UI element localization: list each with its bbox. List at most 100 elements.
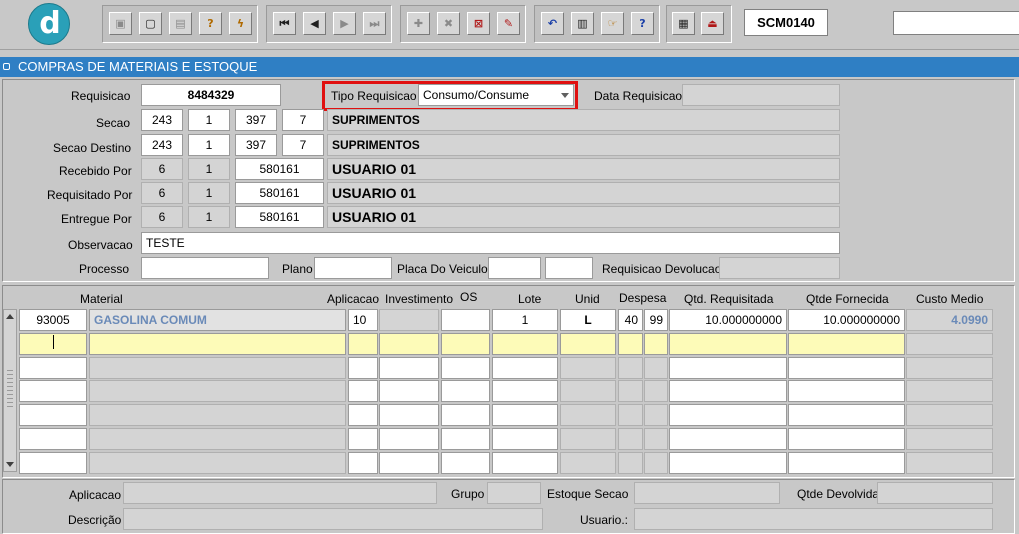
- row4-unid[interactable]: [560, 380, 616, 402]
- row7-aplicacao[interactable]: [348, 452, 378, 474]
- requisitado-por-field-3[interactable]: 580161: [235, 182, 324, 204]
- row4-cod[interactable]: [19, 380, 87, 402]
- secao-destino-field-1[interactable]: 243: [141, 134, 183, 156]
- row2-material[interactable]: [89, 333, 346, 355]
- row1-cod[interactable]: 93005: [19, 309, 87, 331]
- row2-qtde-fornecida[interactable]: [788, 333, 905, 355]
- row1-aplicacao[interactable]: 10: [348, 309, 378, 331]
- recebido-por-field-3[interactable]: 580161: [235, 158, 324, 180]
- row6-qtde-fornecida[interactable]: [788, 428, 905, 450]
- row6-despesa-1[interactable]: [618, 428, 643, 450]
- row5-investimento[interactable]: [379, 404, 439, 426]
- clear-record-icon[interactable]: ⊠: [467, 12, 490, 35]
- row5-material[interactable]: [89, 404, 346, 426]
- row5-unid[interactable]: [560, 404, 616, 426]
- insert-record-icon[interactable]: ✚: [407, 12, 430, 35]
- row5-qtd-requisitada[interactable]: [669, 404, 787, 426]
- window-icon[interactable]: ▢: [139, 12, 162, 35]
- row2-qtd-requisitada[interactable]: [669, 333, 787, 355]
- row7-qtde-fornecida[interactable]: [788, 452, 905, 474]
- requisicao-field[interactable]: 8484329: [141, 84, 281, 106]
- row2-lote[interactable]: [492, 333, 558, 355]
- row6-aplicacao[interactable]: [348, 428, 378, 450]
- entregue-por-field-1[interactable]: 6: [141, 206, 183, 228]
- row7-qtd-requisitada[interactable]: [669, 452, 787, 474]
- row6-qtd-requisitada[interactable]: [669, 428, 787, 450]
- secao-field-3[interactable]: 397: [235, 109, 277, 131]
- execute-query-icon[interactable]: ϟ: [229, 12, 252, 35]
- hand-icon[interactable]: ☞: [601, 12, 624, 35]
- row3-despesa-1[interactable]: [618, 357, 643, 379]
- row7-despesa-2[interactable]: [644, 452, 668, 474]
- secao-field-1[interactable]: 243: [141, 109, 183, 131]
- first-record-icon[interactable]: ⏮: [273, 12, 296, 35]
- row2-despesa-1[interactable]: [618, 333, 643, 355]
- row2-os[interactable]: [441, 333, 490, 355]
- exit-icon[interactable]: ⏏: [701, 12, 724, 35]
- row5-aplicacao[interactable]: [348, 404, 378, 426]
- row6-unid[interactable]: [560, 428, 616, 450]
- row4-qtd-requisitada[interactable]: [669, 380, 787, 402]
- entregue-por-field-2[interactable]: 1: [188, 206, 230, 228]
- row1-qtde-fornecida[interactable]: 10.000000000: [788, 309, 905, 331]
- scroll-up-icon[interactable]: [6, 314, 14, 319]
- row3-lote[interactable]: [492, 357, 558, 379]
- row6-investimento[interactable]: [379, 428, 439, 450]
- row7-os[interactable]: [441, 452, 490, 474]
- secao-destino-field-2[interactable]: 1: [188, 134, 230, 156]
- save-icon[interactable]: ▣: [109, 12, 132, 35]
- row4-qtde-fornecida[interactable]: [788, 380, 905, 402]
- row2-unid[interactable]: [560, 333, 616, 355]
- undo-icon[interactable]: ↶: [541, 12, 564, 35]
- row4-os[interactable]: [441, 380, 490, 402]
- print-icon[interactable]: ▤: [169, 12, 192, 35]
- processo-field[interactable]: [141, 257, 269, 279]
- data-requisicao-field[interactable]: [682, 84, 840, 106]
- row4-despesa-2[interactable]: [644, 380, 668, 402]
- scroll-down-icon[interactable]: [6, 462, 14, 467]
- row6-os[interactable]: [441, 428, 490, 450]
- row3-qtde-fornecida[interactable]: [788, 357, 905, 379]
- row3-unid[interactable]: [560, 357, 616, 379]
- row3-material[interactable]: [89, 357, 346, 379]
- row1-unid[interactable]: L: [560, 309, 616, 331]
- tipo-requisicao-select[interactable]: Consumo/Consume: [418, 84, 574, 106]
- row5-qtde-fornecida[interactable]: [788, 404, 905, 426]
- last-record-icon[interactable]: ⏭: [363, 12, 386, 35]
- menu-icon[interactable]: ▦: [672, 12, 695, 35]
- previous-record-icon[interactable]: ◀: [303, 12, 326, 35]
- row7-unid[interactable]: [560, 452, 616, 474]
- secao-destino-field-3[interactable]: 397: [235, 134, 277, 156]
- secao-field-4[interactable]: 7: [282, 109, 324, 131]
- requisitado-por-field-2[interactable]: 1: [188, 182, 230, 204]
- row1-lote[interactable]: 1: [492, 309, 558, 331]
- recebido-por-field-1[interactable]: 6: [141, 158, 183, 180]
- row3-investimento[interactable]: [379, 357, 439, 379]
- toolbar-search-input[interactable]: [893, 11, 1019, 35]
- row7-material[interactable]: [89, 452, 346, 474]
- requisitado-por-field-1[interactable]: 6: [141, 182, 183, 204]
- row3-os[interactable]: [441, 357, 490, 379]
- secao-field-2[interactable]: 1: [188, 109, 230, 131]
- row5-cod[interactable]: [19, 404, 87, 426]
- row1-os[interactable]: [441, 309, 490, 331]
- row5-os[interactable]: [441, 404, 490, 426]
- row1-despesa-1[interactable]: 40: [618, 309, 643, 331]
- entregue-por-field-3[interactable]: 580161: [235, 206, 324, 228]
- observacao-field[interactable]: TESTE: [141, 232, 840, 254]
- delete-record-icon[interactable]: ✖: [437, 12, 460, 35]
- query-icon[interactable]: ?: [199, 12, 222, 35]
- row7-lote[interactable]: [492, 452, 558, 474]
- row7-investimento[interactable]: [379, 452, 439, 474]
- secao-destino-field-4[interactable]: 7: [282, 134, 324, 156]
- row1-material[interactable]: GASOLINA COMUM: [89, 309, 346, 331]
- scroll-grip[interactable]: [7, 370, 13, 410]
- help-icon[interactable]: ?: [631, 12, 654, 35]
- row4-despesa-1[interactable]: [618, 380, 643, 402]
- next-record-icon[interactable]: ▶: [333, 12, 356, 35]
- row2-investimento[interactable]: [379, 333, 439, 355]
- row1-qtd-requisitada[interactable]: 10.000000000: [669, 309, 787, 331]
- row3-cod[interactable]: [19, 357, 87, 379]
- requisicao-devolucao-field[interactable]: [719, 257, 840, 279]
- row6-cod[interactable]: [19, 428, 87, 450]
